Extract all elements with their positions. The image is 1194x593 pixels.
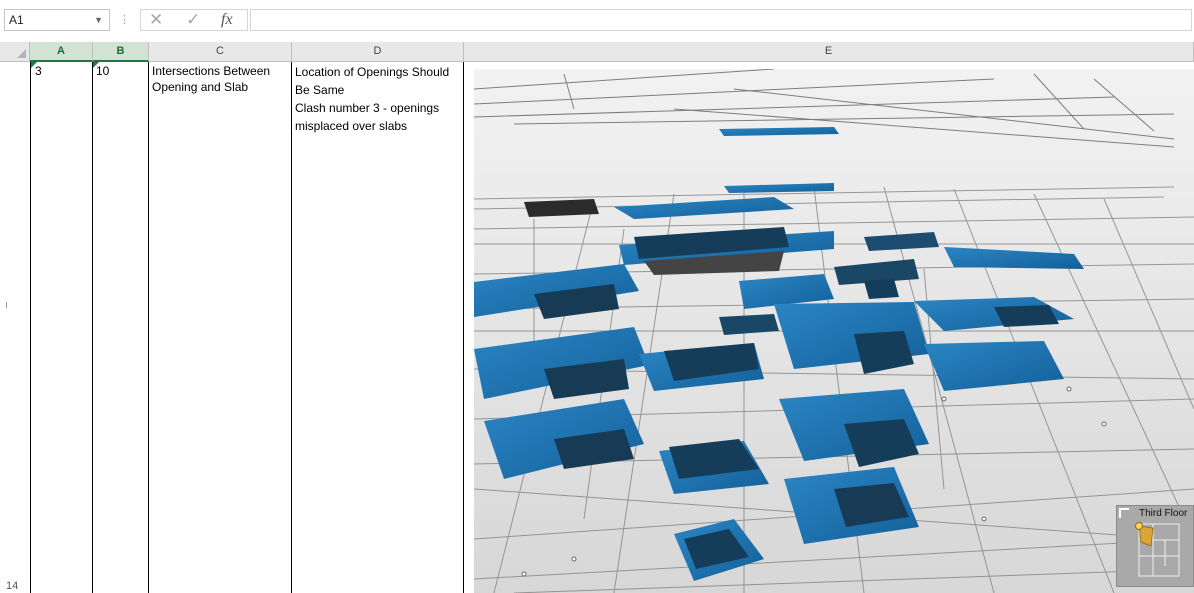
cell-c[interactable]: Intersections Between Opening and Slab (152, 63, 288, 95)
name-box-value: A1 (9, 13, 24, 27)
floor-minimap[interactable]: Third Floor (1116, 505, 1194, 587)
formula-buttons: ✕ ✓ fx (140, 9, 248, 31)
cell-border (291, 62, 292, 593)
floor-plan-icon (1135, 522, 1180, 577)
model-viewport-image[interactable] (474, 69, 1194, 593)
row-header-14[interactable]: 14 (6, 580, 18, 592)
cell-border (30, 62, 31, 593)
column-header-a[interactable]: A (30, 42, 93, 62)
column-header-b[interactable]: B (93, 42, 149, 62)
divider-icon: ⋮ (119, 14, 130, 26)
cell-border (463, 62, 464, 593)
cancel-icon[interactable]: ✕ (149, 10, 163, 30)
insert-function-icon[interactable]: fx (221, 10, 233, 30)
column-header-e[interactable]: E (464, 42, 1194, 62)
cell-border (148, 62, 149, 593)
chevron-down-icon[interactable]: ▼ (94, 10, 103, 30)
scroll-tick (6, 302, 7, 308)
cell-a[interactable]: 3 (35, 63, 89, 79)
select-all-button[interactable] (0, 42, 30, 62)
cell-d[interactable]: Location of Openings Should Be Same Clas… (295, 63, 463, 135)
clash-3d-render (474, 69, 1194, 593)
name-box[interactable]: A1 ▼ (4, 9, 110, 31)
column-header-d[interactable]: D (292, 42, 464, 62)
row-header-area (0, 62, 30, 593)
formula-input[interactable] (250, 9, 1192, 31)
cell-b[interactable]: 10 (96, 63, 146, 79)
formula-bar: A1 ▼ ⋮ ✕ ✓ fx (0, 0, 1194, 40)
cell-d-line2: Clash number 3 - openings misplaced over… (295, 101, 440, 133)
cell-border (92, 62, 93, 593)
column-header-c[interactable]: C (149, 42, 292, 62)
cell-d-line1: Location of Openings Should Be Same (295, 65, 450, 97)
enter-icon[interactable]: ✓ (186, 10, 200, 30)
